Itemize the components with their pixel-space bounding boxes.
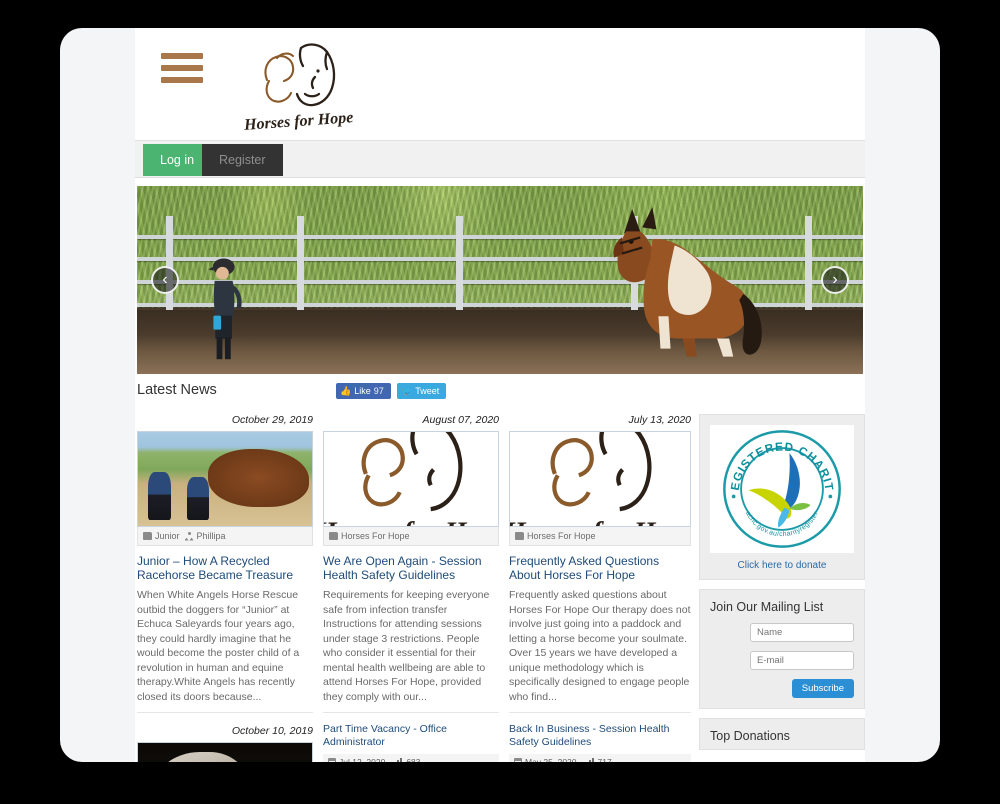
category-meta[interactable]: Horses For Hope: [329, 531, 410, 541]
divider: [323, 712, 499, 713]
news-card[interactable]: Horses for Hope Horses For Hope We Are O…: [323, 431, 499, 713]
post-date: August 07, 2020: [422, 414, 499, 426]
news-column-3: July 13, 2020 Horses For Hope Frequently…: [509, 414, 691, 762]
logo-wordmark: Horses for Hope: [243, 109, 354, 134]
news-excerpt: When White Angels Horse Rescue outbid th…: [137, 589, 300, 703]
mailing-list-widget: Join Our Mailing List Subscribe: [699, 589, 865, 709]
top-donations-title: Top Donations: [710, 729, 790, 743]
news-title-link[interactable]: Frequently Asked Questions About Horses …: [509, 554, 691, 582]
charity-widget: REGISTERED CHARITY acnc.gov.au/charityre…: [699, 414, 865, 580]
card-meta: Junior Phillipa: [137, 527, 313, 546]
charity-badge-top-text: REGISTERED CHARITY: [720, 427, 834, 492]
auth-toolbar: Log in Register: [135, 140, 865, 178]
hamburger-bar: [161, 53, 203, 59]
carousel-prev-icon[interactable]: ‹: [151, 266, 179, 294]
secondary-post-meta: May 25, 2020 717: [509, 754, 691, 762]
secondary-post-title[interactable]: Part Time Vacancy - Office Administrator: [323, 723, 499, 749]
hamburger-bar: [161, 65, 203, 71]
card-meta: Horses For Hope: [509, 527, 691, 546]
hero-carousel[interactable]: ‹ ›: [137, 186, 863, 374]
category-meta[interactable]: Junior: [143, 531, 180, 541]
news-title-link[interactable]: Junior – How A Recycled Racehorse Became…: [137, 554, 313, 582]
register-button[interactable]: Register: [202, 144, 283, 176]
date-label: Jul 12, 2020: [339, 757, 386, 762]
user-icon: [185, 531, 194, 541]
date-meta: May 25, 2020: [514, 757, 577, 762]
top-donations-widget: Top Donations: [699, 718, 865, 750]
secondary-post-meta: Jul 12, 2020 683: [323, 754, 499, 762]
site-page: Horses for Hope Log in Register ‹ › Late…: [135, 28, 865, 762]
folder-icon: [329, 532, 338, 540]
twitter-tweet-label: Tweet: [415, 386, 440, 396]
carousel-next-icon[interactable]: ›: [821, 266, 849, 294]
site-header: Horses for Hope: [135, 28, 865, 140]
views-count: 683: [406, 757, 421, 762]
news-excerpt: Requirements for keeping everyone safe f…: [323, 589, 490, 703]
secondary-post-title[interactable]: Back In Business - Session Health Safety…: [509, 723, 691, 749]
hamburger-menu-icon[interactable]: [161, 53, 203, 83]
latest-news-bar: Latest News 👍 Like 97 🐦 Tweet: [137, 382, 863, 410]
subscribe-button[interactable]: Subscribe: [791, 679, 854, 698]
twitter-tweet-button[interactable]: 🐦 Tweet: [397, 383, 447, 399]
views-meta: 683: [394, 757, 421, 762]
logo-thumbnail: Horses for Hope: [324, 432, 498, 526]
author-meta[interactable]: Phillipa: [185, 531, 226, 541]
news-excerpt: Frequently asked questions about Horses …: [509, 589, 691, 703]
site-logo[interactable]: Horses for Hope: [239, 34, 359, 134]
category-label: Horses For Hope: [527, 531, 596, 541]
divider: [137, 712, 313, 713]
hamburger-bar: [161, 77, 203, 83]
sidebar: REGISTERED CHARITY acnc.gov.au/charityre…: [699, 414, 865, 759]
svg-text:REGISTERED CHARITY: REGISTERED CHARITY: [720, 427, 835, 492]
news-thumbnail[interactable]: Horses for Hope: [509, 431, 691, 527]
news-column-1: October 29, 2019 Junior Phillipa Junior …: [137, 414, 313, 762]
post-date: October 10, 2019: [231, 725, 313, 737]
news-title-link[interactable]: We Are Open Again - Session Health Safet…: [323, 554, 499, 582]
facebook-like-count: 97: [373, 386, 384, 396]
news-column-2: August 07, 2020 Horses For Hope We Are O…: [323, 414, 499, 762]
secondary-post[interactable]: Part Time Vacancy - Office Administrator…: [323, 723, 499, 762]
logo-thumbnail: Horses for Hope: [510, 432, 690, 526]
mailing-email-input[interactable]: [750, 651, 854, 670]
chart-bars-icon: [394, 758, 403, 762]
logo-wordmark: Horses for Hope: [510, 517, 690, 527]
thumbs-up-icon: 👍: [340, 386, 352, 396]
facebook-like-button[interactable]: 👍 Like 97: [336, 383, 391, 399]
divider: [509, 712, 691, 713]
category-meta[interactable]: Horses For Hope: [515, 531, 596, 541]
mailing-list-title: Join Our Mailing List: [710, 600, 824, 614]
news-thumbnail[interactable]: Horses for Hope: [323, 431, 499, 527]
logo-wordmark: Horses for Hope: [324, 517, 498, 527]
donate-link[interactable]: Click here to donate: [710, 560, 854, 571]
views-meta: 717: [586, 757, 612, 762]
news-thumbnail[interactable]: [137, 742, 313, 762]
login-button[interactable]: Log in: [143, 144, 212, 176]
registered-charity-badge-icon: REGISTERED CHARITY acnc.gov.au/charityre…: [710, 425, 854, 553]
category-label: Junior: [155, 531, 180, 541]
facebook-like-label: Like: [354, 386, 371, 396]
news-card[interactable]: Junior Phillipa Junior – How A Recycled …: [137, 431, 313, 713]
chart-bars-icon: [586, 758, 595, 762]
category-label: Horses For Hope: [341, 531, 410, 541]
news-thumbnail[interactable]: [137, 431, 313, 527]
calendar-icon: [328, 758, 336, 762]
secondary-post[interactable]: Back In Business - Session Health Safety…: [509, 723, 691, 762]
twitter-bird-icon: 🐦: [401, 386, 413, 396]
browser-viewport: Horses for Hope Log in Register ‹ › Late…: [60, 28, 940, 762]
content-area: October 29, 2019 Junior Phillipa Junior …: [137, 414, 865, 762]
post-date: July 13, 2020: [628, 414, 691, 426]
folder-icon: [143, 532, 152, 540]
views-count: 717: [597, 757, 612, 762]
date-label: May 25, 2020: [525, 757, 577, 762]
author-label: Phillipa: [196, 531, 226, 541]
mailing-name-input[interactable]: [750, 623, 854, 642]
folder-icon: [515, 532, 524, 540]
date-meta: Jul 12, 2020: [328, 757, 385, 762]
section-heading: Latest News: [137, 382, 217, 398]
news-card[interactable]: Horses for Hope Horses For Hope Frequent…: [509, 431, 691, 713]
post-date: October 29, 2019: [231, 414, 313, 426]
calendar-icon: [514, 758, 522, 762]
hero-image: [137, 186, 863, 374]
card-meta: Horses For Hope: [323, 527, 499, 546]
